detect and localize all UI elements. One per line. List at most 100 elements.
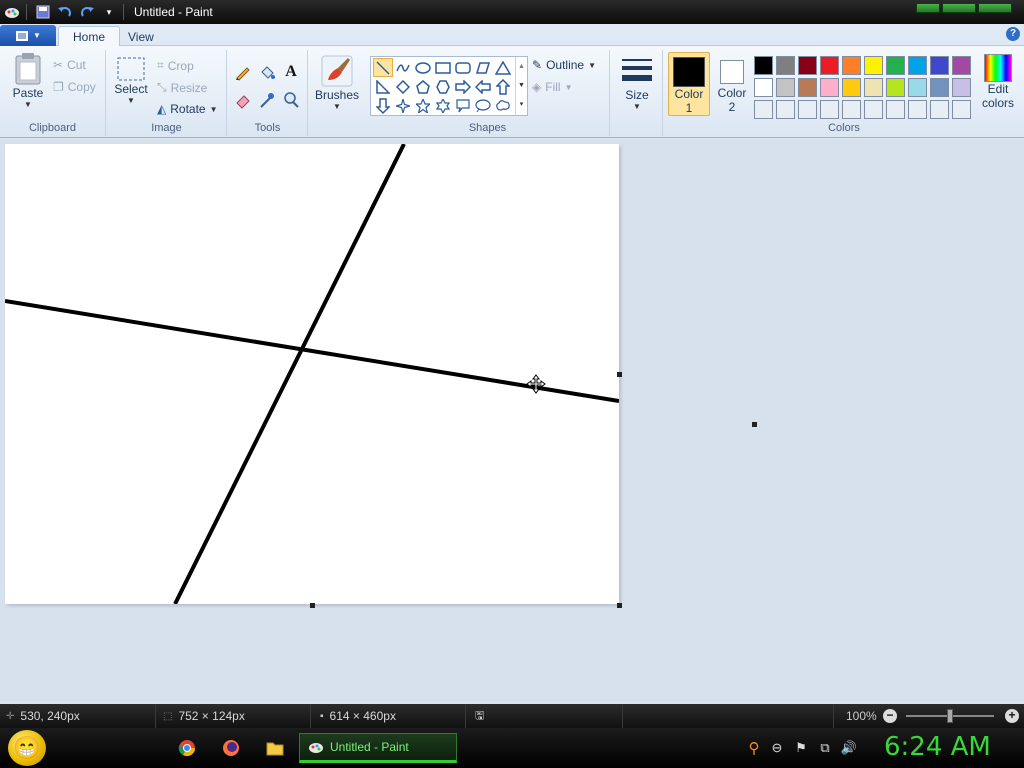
customize-qat-icon[interactable]: ▾ bbox=[99, 3, 119, 21]
paint-menu-button[interactable]: ▼ bbox=[0, 25, 56, 46]
rounded-callout-shape-icon[interactable] bbox=[453, 96, 473, 115]
magnifier-icon[interactable] bbox=[280, 90, 302, 110]
drawing-canvas[interactable] bbox=[5, 144, 619, 604]
minus-circle-icon[interactable]: ⊖ bbox=[768, 739, 786, 757]
firefox-icon[interactable] bbox=[221, 738, 241, 758]
palette-color-swatch[interactable] bbox=[820, 100, 839, 119]
palette-color-swatch[interactable] bbox=[754, 100, 773, 119]
eraser-icon[interactable] bbox=[232, 90, 254, 110]
six-point-star-shape-icon[interactable] bbox=[433, 96, 453, 115]
chrome-icon[interactable] bbox=[177, 738, 197, 758]
triangle-shape-icon[interactable] bbox=[493, 58, 513, 77]
palette-color-swatch[interactable] bbox=[776, 78, 795, 97]
search-icon[interactable]: ⚲ bbox=[745, 739, 763, 757]
palette-color-swatch[interactable] bbox=[820, 78, 839, 97]
palette-color-swatch[interactable] bbox=[798, 100, 817, 119]
palette-color-swatch[interactable] bbox=[864, 78, 883, 97]
palette-color-swatch[interactable] bbox=[798, 78, 817, 97]
paint-app-icon[interactable] bbox=[2, 3, 22, 21]
oval-callout-shape-icon[interactable] bbox=[473, 96, 493, 115]
palette-color-swatch[interactable] bbox=[776, 56, 795, 75]
palette-color-swatch[interactable] bbox=[842, 56, 861, 75]
outline-button[interactable]: ✎ Outline ▼ bbox=[532, 58, 596, 72]
fill-bucket-icon[interactable] bbox=[256, 62, 278, 82]
help-icon[interactable]: ? bbox=[1006, 27, 1020, 41]
copy-button[interactable]: ❐ Copy bbox=[53, 80, 96, 94]
cut-button[interactable]: ✂ Cut bbox=[53, 58, 86, 72]
diamond-shape-icon[interactable] bbox=[393, 77, 413, 96]
start-button[interactable]: 😁 bbox=[8, 730, 46, 766]
palette-color-swatch[interactable] bbox=[776, 100, 795, 119]
resize-handle-corner[interactable] bbox=[617, 603, 622, 608]
paste-button[interactable]: Paste ▼ bbox=[8, 52, 48, 109]
palette-color-swatch[interactable] bbox=[886, 100, 905, 119]
palette-color-swatch[interactable] bbox=[908, 56, 927, 75]
curve-shape-icon[interactable] bbox=[393, 58, 413, 77]
cloud-callout-shape-icon[interactable] bbox=[493, 96, 513, 115]
pentagon-shape-icon[interactable] bbox=[413, 77, 433, 96]
resize-handle-bottom[interactable] bbox=[310, 603, 315, 608]
brushes-button[interactable]: Brushes ▼ bbox=[313, 54, 361, 111]
palette-color-swatch[interactable] bbox=[930, 56, 949, 75]
rectangle-shape-icon[interactable] bbox=[433, 58, 453, 77]
maximize-button[interactable] bbox=[942, 3, 976, 13]
color-picker-icon[interactable] bbox=[256, 90, 278, 110]
palette-color-swatch[interactable] bbox=[930, 100, 949, 119]
tab-view[interactable]: View bbox=[114, 26, 168, 47]
zoom-in-button[interactable]: + bbox=[1005, 709, 1019, 723]
right-triangle-shape-icon[interactable] bbox=[373, 77, 393, 96]
scroll-down-icon[interactable]: ▼ bbox=[516, 76, 527, 95]
rounded-rectangle-shape-icon[interactable] bbox=[453, 58, 473, 77]
palette-color-swatch[interactable] bbox=[798, 56, 817, 75]
expand-gallery-icon[interactable]: ▾ bbox=[516, 95, 527, 114]
palette-color-swatch[interactable] bbox=[886, 56, 905, 75]
taskbar-item-paint[interactable]: Untitled - Paint bbox=[299, 733, 457, 763]
palette-color-swatch[interactable] bbox=[952, 100, 971, 119]
palette-color-swatch[interactable] bbox=[842, 78, 861, 97]
shapes-scrollbar[interactable]: ▲ ▼ ▾ bbox=[515, 57, 527, 115]
oval-shape-icon[interactable] bbox=[413, 58, 433, 77]
volume-icon[interactable]: 🔊 bbox=[840, 739, 858, 757]
zoom-out-button[interactable]: − bbox=[883, 709, 897, 723]
action-center-flag-icon[interactable]: ⚑ bbox=[792, 739, 810, 757]
rotate-button[interactable]: ◭ Rotate ▼ bbox=[157, 102, 218, 116]
scroll-up-icon[interactable]: ▲ bbox=[516, 57, 527, 76]
polygon-shape-icon[interactable] bbox=[473, 58, 493, 77]
five-point-star-shape-icon[interactable] bbox=[413, 96, 433, 115]
resize-button[interactable]: ⤡ Resize bbox=[157, 80, 207, 95]
edit-colors-button[interactable]: Edit colors bbox=[976, 54, 1020, 110]
select-button[interactable]: Select ▼ bbox=[113, 56, 149, 105]
palette-color-swatch[interactable] bbox=[908, 100, 927, 119]
canvas-workarea[interactable] bbox=[0, 139, 1024, 701]
crop-button[interactable]: ⌗ Crop bbox=[157, 58, 194, 73]
tab-home[interactable]: Home bbox=[58, 26, 121, 47]
text-tool-icon[interactable]: A bbox=[280, 62, 302, 82]
palette-color-swatch[interactable] bbox=[842, 100, 861, 119]
taskbar-clock[interactable]: 6:24 AM bbox=[884, 732, 991, 762]
hexagon-shape-icon[interactable] bbox=[433, 77, 453, 96]
minimize-button[interactable] bbox=[916, 3, 940, 13]
color2-button[interactable]: Color 2 bbox=[712, 52, 752, 116]
right-arrow-shape-icon[interactable] bbox=[453, 77, 473, 96]
palette-color-swatch[interactable] bbox=[908, 78, 927, 97]
zoom-slider-thumb[interactable] bbox=[947, 709, 953, 723]
four-point-star-shape-icon[interactable] bbox=[393, 96, 413, 115]
left-arrow-shape-icon[interactable] bbox=[473, 77, 493, 96]
palette-color-swatch[interactable] bbox=[930, 78, 949, 97]
save-icon[interactable] bbox=[33, 3, 53, 21]
network-icon[interactable]: ⧉ bbox=[816, 739, 834, 757]
color1-button[interactable]: Color 1 bbox=[668, 52, 710, 116]
undo-icon[interactable] bbox=[55, 3, 75, 21]
pencil-icon[interactable] bbox=[232, 62, 254, 82]
palette-color-swatch[interactable] bbox=[864, 100, 883, 119]
palette-color-swatch[interactable] bbox=[952, 78, 971, 97]
down-arrow-shape-icon[interactable] bbox=[373, 96, 393, 115]
resize-handle-right[interactable] bbox=[617, 372, 622, 377]
size-button[interactable]: Size ▼ bbox=[617, 54, 657, 111]
palette-color-swatch[interactable] bbox=[820, 56, 839, 75]
folder-icon[interactable] bbox=[265, 738, 285, 758]
palette-color-swatch[interactable] bbox=[754, 56, 773, 75]
line-shape-icon[interactable] bbox=[373, 58, 393, 77]
palette-color-swatch[interactable] bbox=[754, 78, 773, 97]
palette-color-swatch[interactable] bbox=[864, 56, 883, 75]
